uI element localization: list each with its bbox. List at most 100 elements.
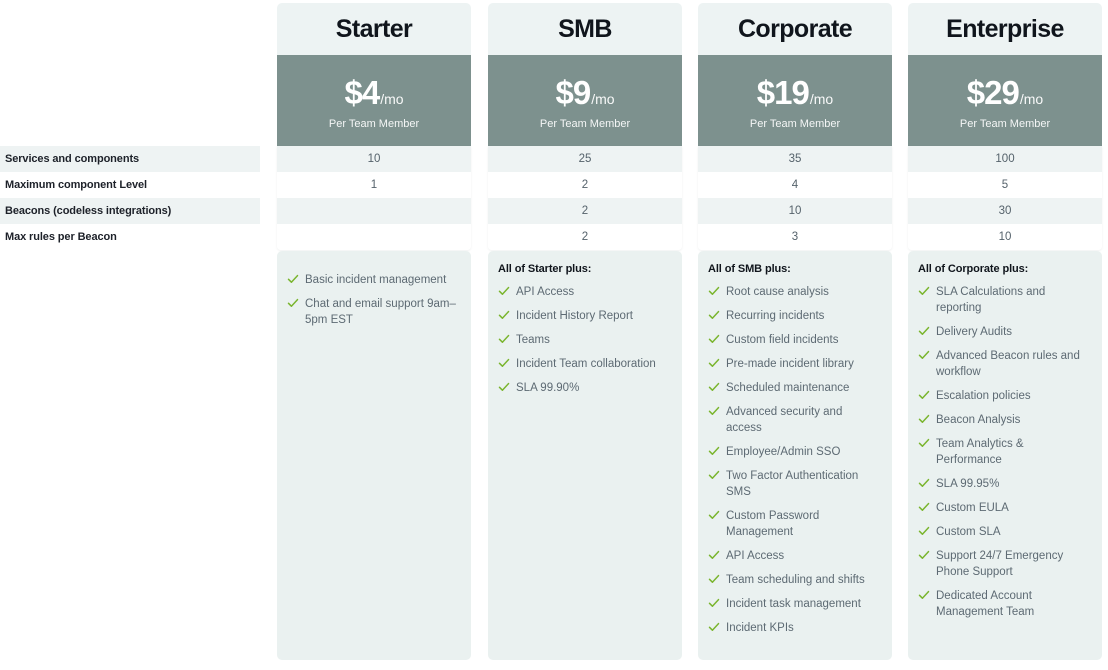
- value-column-smb: 25 2 2 2: [488, 146, 682, 250]
- feature-item: API Access: [498, 284, 671, 300]
- feature-panel-corporate: All of SMB plus: Root cause analysis Rec…: [698, 251, 892, 660]
- check-icon: [918, 389, 930, 403]
- row-label-max-rules-per-beacon: Max rules per Beacon: [0, 224, 260, 250]
- value-cell: 1: [277, 172, 471, 198]
- feature-item: Advanced Beacon rules and workflow: [918, 348, 1091, 380]
- feature-text: SLA 99.95%: [936, 478, 1000, 490]
- feature-heading-corporate: All of SMB plus:: [708, 263, 791, 275]
- check-icon: [287, 297, 299, 311]
- check-icon: [708, 469, 720, 483]
- feature-text: Advanced Beacon rules and workflow: [936, 350, 1080, 378]
- check-icon: [498, 285, 510, 299]
- feature-item: Incident History Report: [498, 308, 671, 324]
- value-column-corporate: 35 4 10 3: [698, 146, 892, 250]
- pricing-comparison-page: Services and components Maximum componen…: [0, 0, 1108, 670]
- feature-text: SLA Calculations and reporting: [936, 286, 1046, 314]
- feature-item: Root cause analysis: [708, 284, 881, 300]
- plan-price-subtitle-enterprise: Per Team Member: [959, 117, 1051, 130]
- feature-text: Team scheduling and shifts: [726, 574, 865, 586]
- feature-item: Beacon Analysis: [918, 412, 1091, 428]
- feature-item: Incident Team collaboration: [498, 356, 671, 372]
- feature-item: Advanced security and access: [708, 404, 881, 436]
- feature-item: Custom Password Management: [708, 508, 881, 540]
- feature-item: Support 24/7 Emergency Phone Support: [918, 548, 1091, 580]
- check-icon: [708, 357, 720, 371]
- feature-item: Incident KPIs: [708, 620, 881, 636]
- feature-label-column: Services and components Maximum componen…: [0, 146, 260, 250]
- plan-card-enterprise[interactable]: Enterprise $29 /mo Per Team Member: [908, 3, 1102, 146]
- feature-text: Incident KPIs: [726, 622, 794, 634]
- plan-header-starter: Starter: [277, 3, 471, 55]
- value-cell: 2: [488, 198, 682, 224]
- check-icon: [918, 501, 930, 515]
- feature-item: API Access: [708, 548, 881, 564]
- plan-price-line-starter: $4 /mo: [344, 76, 403, 109]
- feature-panel-enterprise: All of Corporate plus: SLA Calculations …: [908, 251, 1102, 660]
- value-cell: 35: [698, 146, 892, 172]
- plan-price-band-smb: $9 /mo Per Team Member: [488, 55, 682, 146]
- feature-text: Incident task management: [726, 598, 861, 610]
- check-icon: [708, 621, 720, 635]
- value-cell: 2: [488, 224, 682, 250]
- plan-name-corporate: Corporate: [737, 14, 853, 43]
- feature-text: Delivery Audits: [936, 326, 1013, 338]
- check-icon: [918, 549, 930, 563]
- feature-text: SLA 99.90%: [516, 382, 580, 394]
- plan-price-amount-starter: $4: [344, 73, 380, 111]
- check-icon: [498, 381, 510, 395]
- row-label-services-and-components: Services and components: [0, 146, 260, 172]
- plan-price-amount-corporate: $19: [756, 73, 810, 111]
- plan-price-subtitle-corporate: Per Team Member: [749, 117, 841, 130]
- feature-text: Chat and email support 9am–5pm EST: [305, 298, 456, 326]
- row-label-maximum-component-level: Maximum component Level: [0, 172, 260, 198]
- feature-text: Support 24/7 Emergency Phone Support: [936, 550, 1064, 578]
- feature-text: Custom field incidents: [726, 334, 839, 346]
- check-icon: [708, 309, 720, 323]
- feature-item: SLA Calculations and reporting: [918, 284, 1091, 316]
- check-icon: [708, 573, 720, 587]
- feature-text: Custom Password Management: [726, 510, 820, 538]
- feature-text: Incident History Report: [516, 310, 633, 322]
- plan-header-enterprise: Enterprise: [908, 3, 1102, 55]
- feature-text: Root cause analysis: [726, 286, 829, 298]
- check-icon: [918, 349, 930, 363]
- check-icon: [918, 285, 930, 299]
- plan-price-subtitle-smb: Per Team Member: [539, 117, 631, 130]
- value-cell: 100: [908, 146, 1102, 172]
- feature-list-smb: API Access Incident History Report Teams…: [498, 284, 671, 396]
- check-icon: [918, 437, 930, 451]
- feature-item: Scheduled maintenance: [708, 380, 881, 396]
- plan-card-smb[interactable]: SMB $9 /mo Per Team Member: [488, 3, 682, 146]
- feature-text: API Access: [726, 550, 785, 562]
- plan-name-enterprise: Enterprise: [946, 14, 1064, 43]
- feature-text: Escalation policies: [936, 390, 1031, 402]
- value-cell: 10: [698, 198, 892, 224]
- check-icon: [498, 357, 510, 371]
- plan-price-period-smb: /mo: [591, 90, 615, 107]
- feature-text: Employee/Admin SSO: [726, 446, 841, 458]
- feature-item: Escalation policies: [918, 388, 1091, 404]
- feature-item: Custom field incidents: [708, 332, 881, 348]
- check-icon: [918, 525, 930, 539]
- plan-name-smb: SMB: [558, 14, 612, 43]
- value-cell: 3: [698, 224, 892, 250]
- check-icon: [708, 381, 720, 395]
- check-icon: [708, 285, 720, 299]
- value-column-starter: 10 1: [277, 146, 471, 250]
- feature-text: Basic incident management: [305, 274, 447, 286]
- value-cell: 2: [488, 172, 682, 198]
- feature-item: SLA 99.90%: [498, 380, 671, 396]
- feature-list-enterprise: SLA Calculations and reporting Delivery …: [918, 284, 1091, 620]
- check-icon: [708, 333, 720, 347]
- feature-item: SLA 99.95%: [918, 476, 1091, 492]
- feature-list-corporate: Root cause analysis Recurring incidents …: [708, 284, 881, 636]
- plan-price-period-starter: /mo: [380, 90, 404, 107]
- feature-item: Delivery Audits: [918, 324, 1091, 340]
- feature-text: Advanced security and access: [726, 406, 843, 434]
- check-icon: [708, 509, 720, 523]
- plan-card-corporate[interactable]: Corporate $19 /mo Per Team Member: [698, 3, 892, 146]
- check-icon: [708, 405, 720, 419]
- check-icon: [498, 333, 510, 347]
- feature-text: API Access: [516, 286, 575, 298]
- plan-card-starter[interactable]: Starter $4 /mo Per Team Member: [277, 3, 471, 146]
